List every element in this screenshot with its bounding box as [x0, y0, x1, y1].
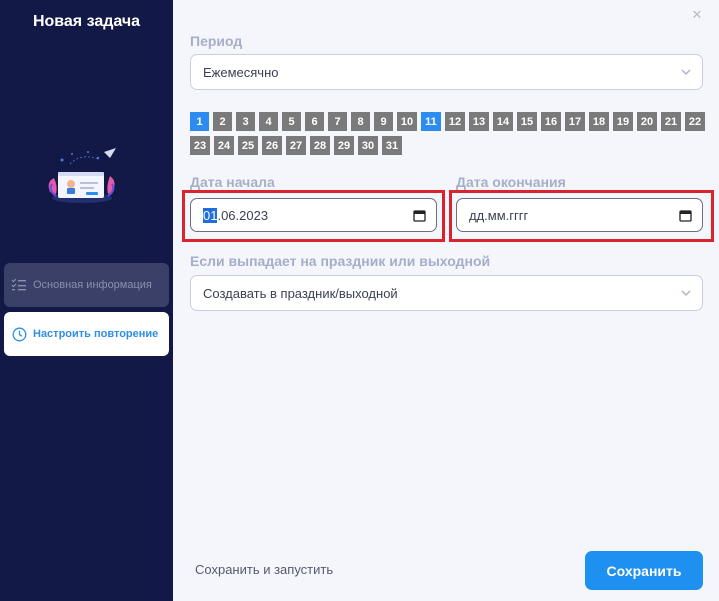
- clock-icon: [11, 326, 27, 342]
- sidebar-item-repeat-settings[interactable]: Настроить повторение: [4, 312, 169, 356]
- day-18-button[interactable]: 18: [589, 112, 609, 131]
- end-date-label: Дата окончания: [456, 174, 566, 190]
- day-5-button[interactable]: 5: [282, 112, 301, 131]
- sidebar-item-main-info[interactable]: Основная информация: [4, 263, 169, 307]
- holiday-select-value: Создавать в праздник/выходной: [203, 285, 398, 301]
- holiday-select[interactable]: Создавать в праздник/выходной: [190, 275, 703, 311]
- calendar-icon[interactable]: [679, 209, 692, 222]
- start-date-label: Дата начала: [190, 174, 275, 190]
- day-17-button[interactable]: 17: [565, 112, 585, 131]
- day-29-button[interactable]: 29: [334, 136, 354, 155]
- day-28-button[interactable]: 28: [310, 136, 330, 155]
- chevron-down-icon: [681, 290, 691, 296]
- day-25-button[interactable]: 25: [238, 136, 258, 155]
- start-date-input[interactable]: 01.06.2023: [190, 198, 437, 232]
- day-23-button[interactable]: 23: [190, 136, 210, 155]
- save-and-run-button[interactable]: Сохранить и запустить: [195, 562, 333, 577]
- day-3-button[interactable]: 3: [236, 112, 255, 131]
- sidebar-item-label: Настроить повторение: [33, 328, 159, 340]
- day-11-button[interactable]: 11: [421, 112, 441, 131]
- day-14-button[interactable]: 14: [493, 112, 513, 131]
- day-1-button[interactable]: 1: [190, 112, 209, 131]
- close-icon: ✕: [691, 7, 703, 22]
- day-9-button[interactable]: 9: [374, 112, 393, 131]
- sidebar: Новая задача Основная информация Настрои…: [0, 0, 173, 601]
- day-6-button[interactable]: 6: [305, 112, 324, 131]
- chevron-down-icon: [681, 69, 691, 75]
- day-24-button[interactable]: 24: [214, 136, 234, 155]
- day-20-button[interactable]: 20: [637, 112, 657, 131]
- sidebar-item-label: Основная информация: [33, 279, 152, 291]
- period-select-value: Ежемесячно: [203, 64, 279, 80]
- day-2-button[interactable]: 2: [213, 112, 232, 131]
- close-button[interactable]: ✕: [690, 8, 704, 22]
- save-button[interactable]: Сохранить: [585, 551, 703, 590]
- period-label: Период: [190, 33, 243, 49]
- day-19-button[interactable]: 19: [613, 112, 633, 131]
- end-date-input[interactable]: дд.мм.гггг: [456, 198, 703, 232]
- day-10-button[interactable]: 10: [397, 112, 417, 131]
- day-13-button[interactable]: 13: [469, 112, 489, 131]
- task-illustration: [48, 148, 116, 203]
- day-15-button[interactable]: 15: [517, 112, 537, 131]
- day-26-button[interactable]: 26: [262, 136, 282, 155]
- end-date-placeholder: дд.мм.гггг: [469, 207, 529, 223]
- period-select[interactable]: Ежемесячно: [190, 54, 703, 90]
- day-21-button[interactable]: 21: [661, 112, 681, 131]
- start-date-rest: .06.2023: [217, 207, 269, 223]
- day-27-button[interactable]: 27: [286, 136, 306, 155]
- day-16-button[interactable]: 16: [541, 112, 561, 131]
- calendar-icon[interactable]: [413, 209, 426, 222]
- start-date-day-segment[interactable]: 01: [203, 207, 218, 223]
- day-22-button[interactable]: 22: [685, 112, 705, 131]
- day-12-button[interactable]: 12: [445, 112, 465, 131]
- holiday-label: Если выпадает на праздник или выходной: [190, 253, 491, 269]
- day-4-button[interactable]: 4: [259, 112, 278, 131]
- day-30-button[interactable]: 30: [358, 136, 378, 155]
- day-31-button[interactable]: 31: [382, 136, 402, 155]
- list-icon: [11, 277, 27, 293]
- day-7-button[interactable]: 7: [328, 112, 347, 131]
- day-8-button[interactable]: 8: [351, 112, 370, 131]
- dialog-title: Новая задача: [32, 13, 141, 30]
